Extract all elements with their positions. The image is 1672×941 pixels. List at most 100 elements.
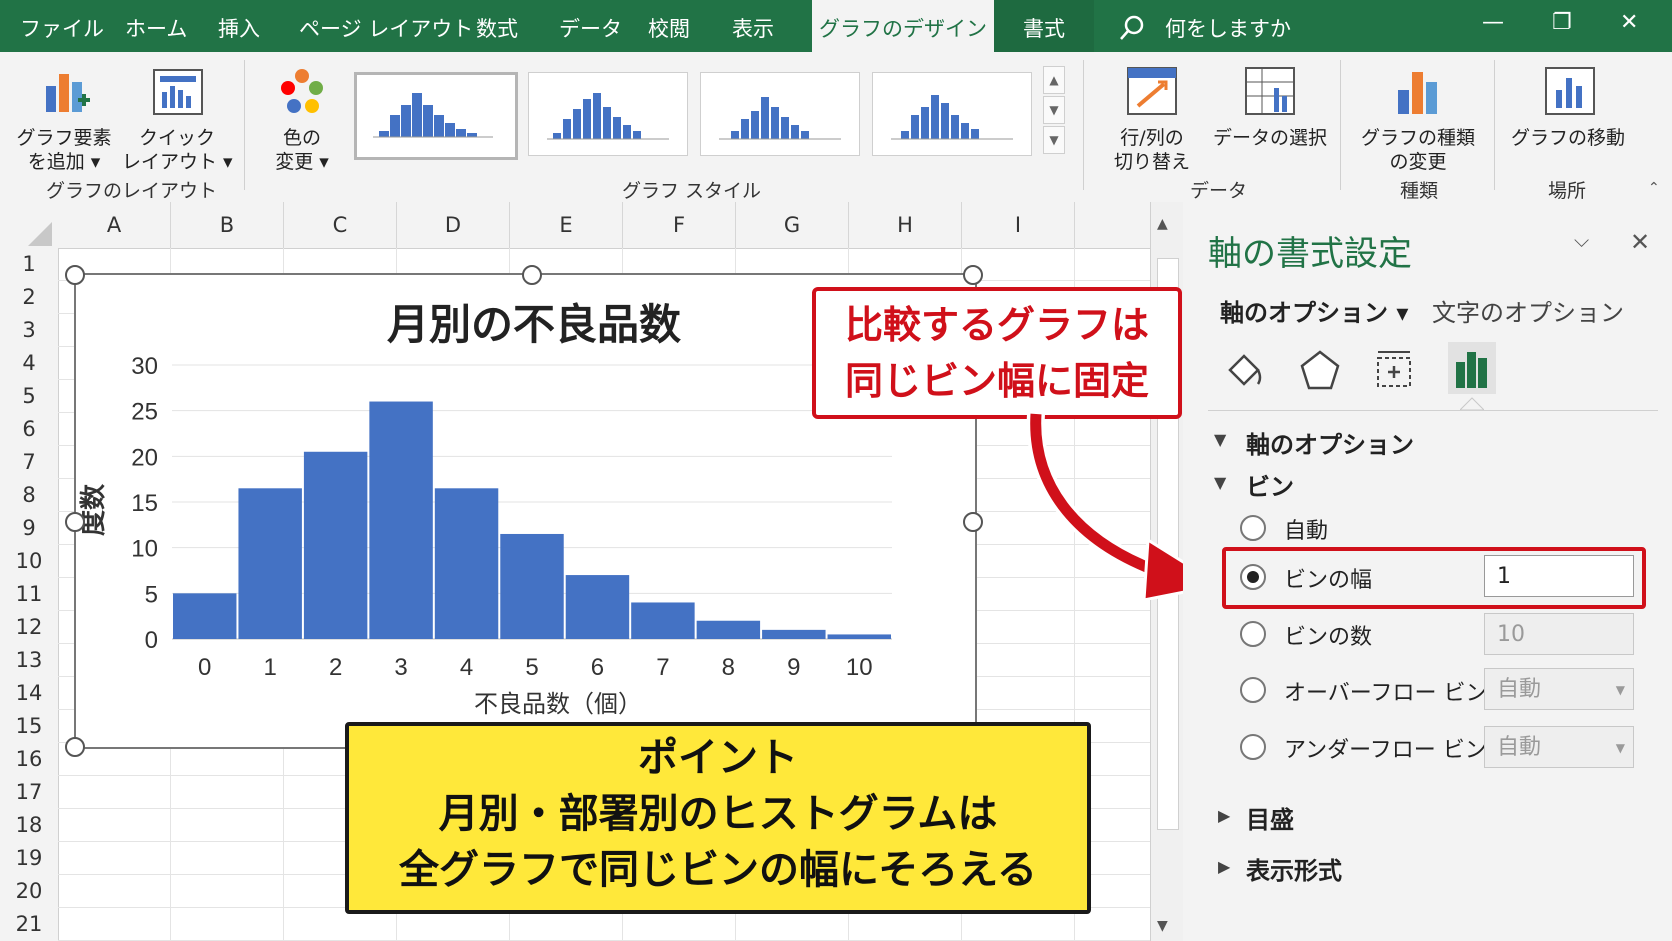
row-header[interactable]: 11: [0, 578, 58, 611]
row-header[interactable]: 9: [0, 512, 58, 545]
row-header[interactable]: 10: [0, 545, 58, 578]
chart-resize-handle[interactable]: [65, 265, 85, 285]
column-header-g[interactable]: G: [736, 202, 849, 248]
tab-data[interactable]: データ: [559, 0, 622, 52]
styles-scroll-up[interactable]: ▲: [1043, 66, 1065, 94]
chart-resize-handle[interactable]: [963, 265, 983, 285]
underflow-bin-select[interactable]: 自動: [1484, 726, 1634, 769]
close-pane-icon[interactable]: ✕: [1630, 228, 1650, 256]
switch-row-column-button[interactable]: 行/列の 切り替え: [1102, 62, 1202, 182]
select-all-corner[interactable]: [26, 222, 52, 246]
chart-resize-handle[interactable]: [522, 265, 542, 285]
histogram-bar[interactable]: [500, 533, 564, 639]
row-header[interactable]: 13: [0, 644, 58, 677]
column-header-c[interactable]: C: [284, 202, 397, 248]
section-bin[interactable]: ビン: [1246, 467, 1294, 502]
scroll-up-icon[interactable]: ▲: [1157, 216, 1168, 232]
row-header[interactable]: 12: [0, 611, 58, 644]
change-chart-type-button[interactable]: グラフの種類 の変更: [1360, 62, 1476, 182]
minimize-icon[interactable]: —: [1482, 10, 1504, 35]
chart-resize-handle[interactable]: [963, 512, 983, 532]
row-header[interactable]: 21: [0, 908, 58, 941]
select-data-button[interactable]: データの選択: [1210, 62, 1330, 182]
collapse-ribbon-icon[interactable]: ⌃: [1648, 180, 1660, 196]
row-header[interactable]: 15: [0, 710, 58, 743]
section-number-format[interactable]: 表示形式: [1246, 851, 1342, 886]
expand-number-format-icon[interactable]: ▶: [1218, 857, 1230, 876]
search-icon[interactable]: [1119, 15, 1145, 41]
add-chart-element-button[interactable]: グラフ要素 を追加 ▾: [14, 62, 114, 182]
radio-underflow-bin[interactable]: [1240, 734, 1266, 760]
row-header[interactable]: 19: [0, 842, 58, 875]
section-ticks[interactable]: 目盛: [1246, 800, 1294, 835]
histogram-bar[interactable]: [827, 634, 891, 639]
histogram-bar[interactable]: [238, 488, 302, 639]
row-header[interactable]: 18: [0, 809, 58, 842]
tab-page-layout[interactable]: ページ レイアウト: [299, 0, 473, 52]
histogram-bar[interactable]: [762, 629, 826, 639]
row-header[interactable]: 6: [0, 413, 58, 446]
chart-style-3[interactable]: [700, 72, 860, 156]
bin-count-input[interactable]: 10: [1484, 613, 1634, 655]
histogram-bar[interactable]: [696, 620, 761, 639]
row-header[interactable]: 7: [0, 446, 58, 479]
chart-style-4[interactable]: [872, 72, 1032, 156]
chart-style-2[interactable]: [528, 72, 688, 156]
row-header[interactable]: 3: [0, 314, 58, 347]
x-axis-title[interactable]: 不良品数（個）: [474, 691, 642, 718]
row-header[interactable]: 2: [0, 281, 58, 314]
row-header[interactable]: 1: [0, 248, 58, 281]
row-header[interactable]: 20: [0, 875, 58, 908]
size-properties-icon[interactable]: [1372, 348, 1416, 392]
close-window-icon[interactable]: ✕: [1620, 10, 1638, 35]
tab-format[interactable]: 書式: [994, 0, 1094, 52]
pane-options-icon[interactable]: ⌵: [1574, 228, 1589, 252]
expand-axis-options-icon[interactable]: ▼: [1214, 430, 1226, 449]
column-header-a[interactable]: A: [58, 202, 171, 248]
radio-overflow-bin[interactable]: [1240, 677, 1266, 703]
section-axis-options[interactable]: 軸のオプション: [1246, 425, 1414, 460]
radio-auto[interactable]: [1240, 515, 1266, 541]
tab-axis-options[interactable]: 軸のオプション ▾: [1220, 293, 1408, 328]
column-header-h[interactable]: H: [849, 202, 962, 248]
column-header-e[interactable]: E: [510, 202, 623, 248]
row-header[interactable]: 16: [0, 743, 58, 776]
styles-scroll-down[interactable]: ▼: [1043, 96, 1065, 124]
column-header-b[interactable]: B: [171, 202, 284, 248]
chart-resize-handle[interactable]: [65, 512, 85, 532]
column-header-f[interactable]: F: [623, 202, 736, 248]
chart-resize-handle[interactable]: [65, 737, 85, 757]
styles-more[interactable]: ▼: [1043, 126, 1065, 154]
expand-ticks-icon[interactable]: ▶: [1218, 806, 1230, 825]
tab-home[interactable]: ホーム: [125, 0, 187, 52]
histogram-bar[interactable]: [565, 575, 630, 639]
row-header[interactable]: 17: [0, 776, 58, 809]
radio-bin-count[interactable]: [1240, 621, 1266, 647]
effects-icon[interactable]: [1298, 348, 1342, 392]
chart-style-1[interactable]: [354, 72, 518, 160]
tab-text-options[interactable]: 文字のオプション: [1432, 293, 1624, 328]
tab-file[interactable]: ファイル: [20, 0, 104, 52]
row-header[interactable]: 14: [0, 677, 58, 710]
move-chart-button[interactable]: グラフの移動: [1508, 62, 1628, 182]
histogram-bar[interactable]: [434, 488, 499, 639]
fill-line-icon[interactable]: [1222, 348, 1266, 392]
tab-review[interactable]: 校閲: [648, 0, 690, 52]
row-header[interactable]: 5: [0, 380, 58, 413]
histogram-bar[interactable]: [631, 602, 695, 639]
row-header[interactable]: 4: [0, 347, 58, 380]
histogram-bar[interactable]: [303, 451, 368, 639]
tab-view[interactable]: 表示: [732, 0, 774, 52]
axis-options-icon-tab[interactable]: [1448, 342, 1496, 394]
tab-chart-design[interactable]: グラフのデザイン: [812, 0, 994, 52]
chart-title[interactable]: 月別の不良品数: [387, 301, 681, 348]
overflow-bin-select[interactable]: 自動: [1484, 668, 1634, 711]
tab-formulas[interactable]: 数式: [476, 0, 518, 52]
histogram-bar[interactable]: [173, 593, 237, 639]
row-header[interactable]: 8: [0, 479, 58, 512]
expand-bin-icon[interactable]: ▼: [1214, 473, 1226, 492]
quick-layout-button[interactable]: クイック レイアウト ▾: [122, 62, 233, 182]
tab-insert[interactable]: 挿入: [218, 0, 260, 52]
change-colors-button[interactable]: 色の 変更 ▾: [254, 62, 350, 182]
column-header-d[interactable]: D: [397, 202, 510, 248]
